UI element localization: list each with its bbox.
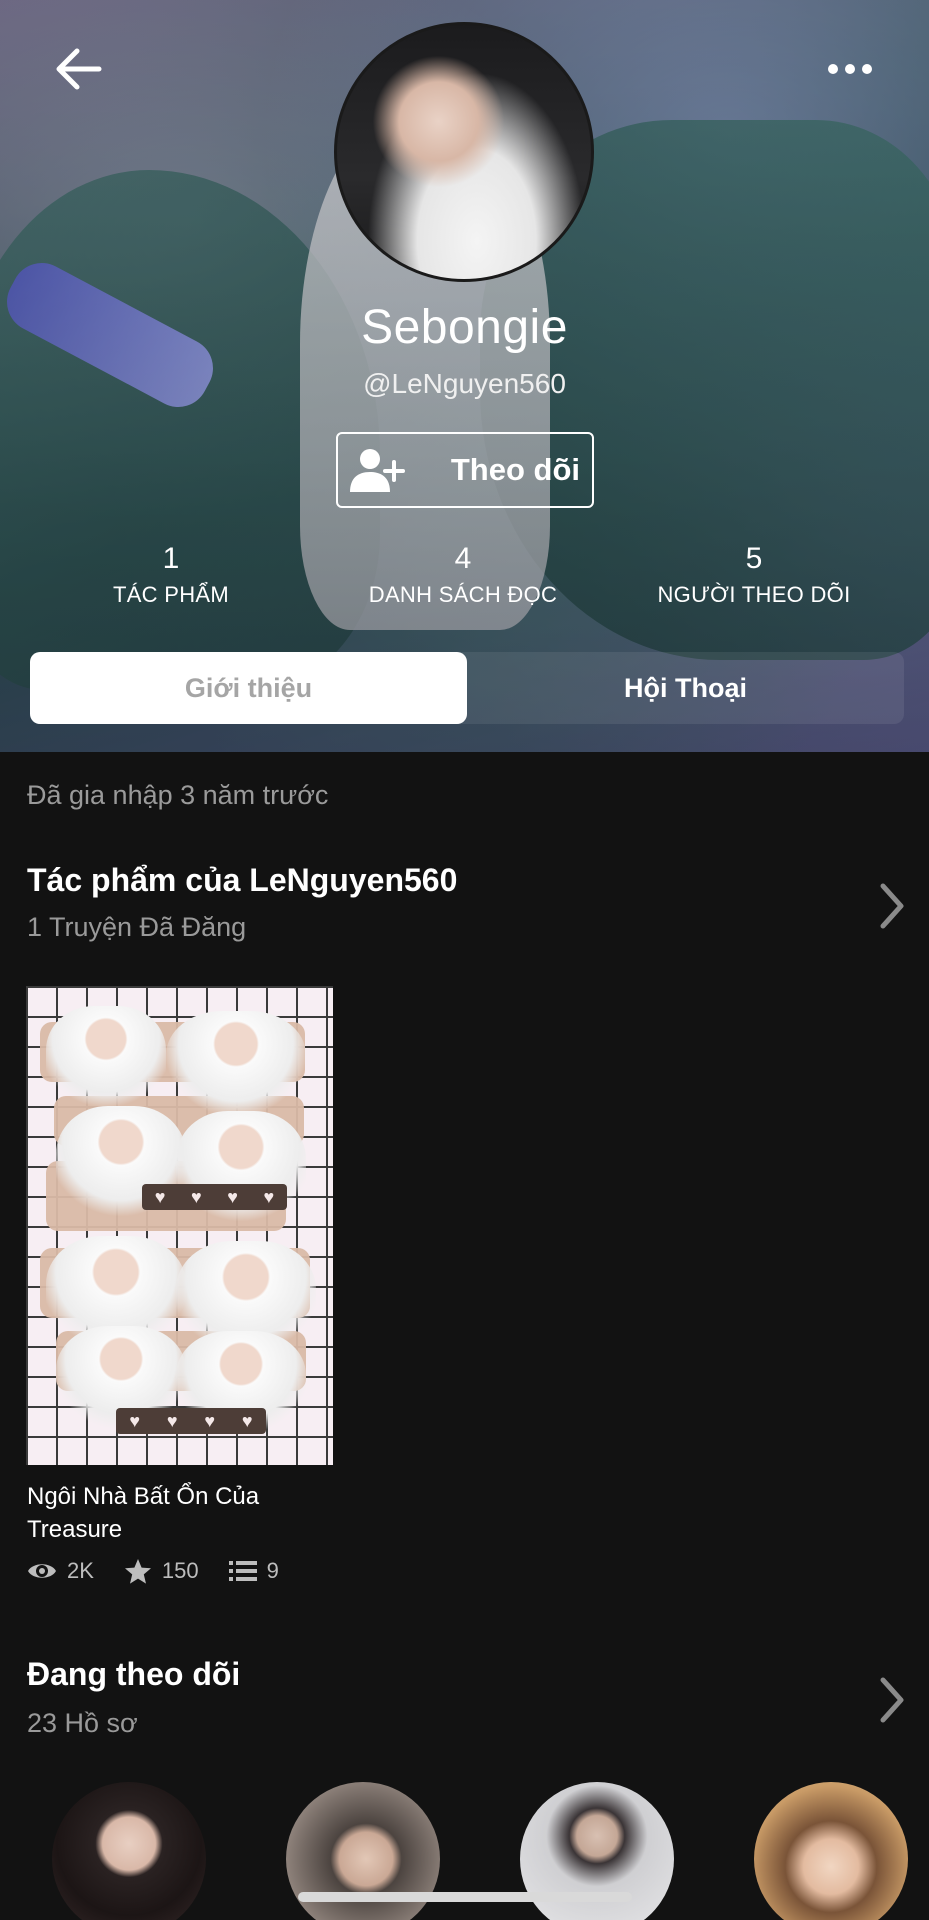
story-cover[interactable]: ♥ ♥ ♥ ♥ ♥ ♥ ♥ ♥ <box>26 986 333 1465</box>
following-section-subtitle: 23 Hồ sơ <box>27 1708 138 1738</box>
arrow-left-icon <box>56 48 102 90</box>
tab-conversations[interactable]: Hội Thoại <box>467 652 904 724</box>
display-name: Sebongie <box>361 301 568 354</box>
following-avatar[interactable] <box>52 1782 206 1920</box>
home-indicator[interactable] <box>298 1892 632 1902</box>
star-icon <box>124 1558 151 1584</box>
following-avatar[interactable] <box>754 1782 908 1920</box>
story-views: 2K <box>27 1558 94 1584</box>
profile-tabs: Giới thiệu Hội Thoại <box>30 652 904 724</box>
chevron-right-icon <box>880 1677 904 1723</box>
stat-label: DANH SÁCH ĐỌC <box>368 582 558 607</box>
cover-art-shape <box>46 1006 166 1116</box>
stat-works[interactable]: 1 TÁC PHẨM <box>51 540 291 612</box>
eye-icon <box>28 1564 56 1578</box>
joined-date: Đã gia nhập 3 năm trước <box>27 780 329 810</box>
story-parts: 9 <box>228 1558 279 1584</box>
more-horizontal-icon <box>828 64 872 74</box>
stat-value: 1 <box>162 542 180 575</box>
heart-strip: ♥ ♥ ♥ ♥ <box>116 1408 266 1434</box>
parts-count: 9 <box>266 1558 279 1583</box>
cover-art-shape <box>176 1111 306 1231</box>
stat-value: 5 <box>745 542 763 575</box>
follow-button[interactable]: Theo dõi <box>336 432 594 508</box>
chevron-right-icon <box>880 883 904 929</box>
story-stats: 2K 150 9 <box>27 1556 309 1586</box>
more-options-button[interactable] <box>820 44 880 94</box>
stat-followers[interactable]: 5 NGƯỜI THEO DÕI <box>634 540 874 612</box>
add-user-icon <box>348 446 408 494</box>
following-more-button[interactable] <box>872 1670 912 1730</box>
list-icon <box>228 1561 257 1581</box>
stat-label: NGƯỜI THEO DÕI <box>657 582 851 607</box>
tab-about[interactable]: Giới thiệu <box>30 652 467 724</box>
story-title[interactable]: Ngôi Nhà Bất Ổn Của Treasure <box>27 1480 327 1546</box>
username: @LeNguyen560 <box>363 368 566 399</box>
follow-button-label: Theo dõi <box>450 452 580 487</box>
story-votes: 150 <box>124 1558 199 1585</box>
views-count: 2K <box>67 1558 94 1583</box>
stat-reading-lists[interactable]: 4 DANH SÁCH ĐỌC <box>343 540 583 612</box>
works-section-title[interactable]: Tác phẩm của LeNguyen560 <box>27 862 457 899</box>
votes-count: 150 <box>161 1558 199 1583</box>
works-more-button[interactable] <box>872 876 912 936</box>
following-section-title[interactable]: Đang theo dõi <box>27 1656 240 1693</box>
heart-strip: ♥ ♥ ♥ ♥ <box>142 1184 287 1210</box>
stat-value: 4 <box>454 542 472 575</box>
works-section-subtitle: 1 Truyện Đã Đăng <box>27 912 247 942</box>
stat-label: TÁC PHẨM <box>112 582 230 607</box>
cover-art-shape <box>166 1011 306 1121</box>
back-button[interactable] <box>48 44 108 94</box>
profile-avatar[interactable] <box>334 22 594 282</box>
